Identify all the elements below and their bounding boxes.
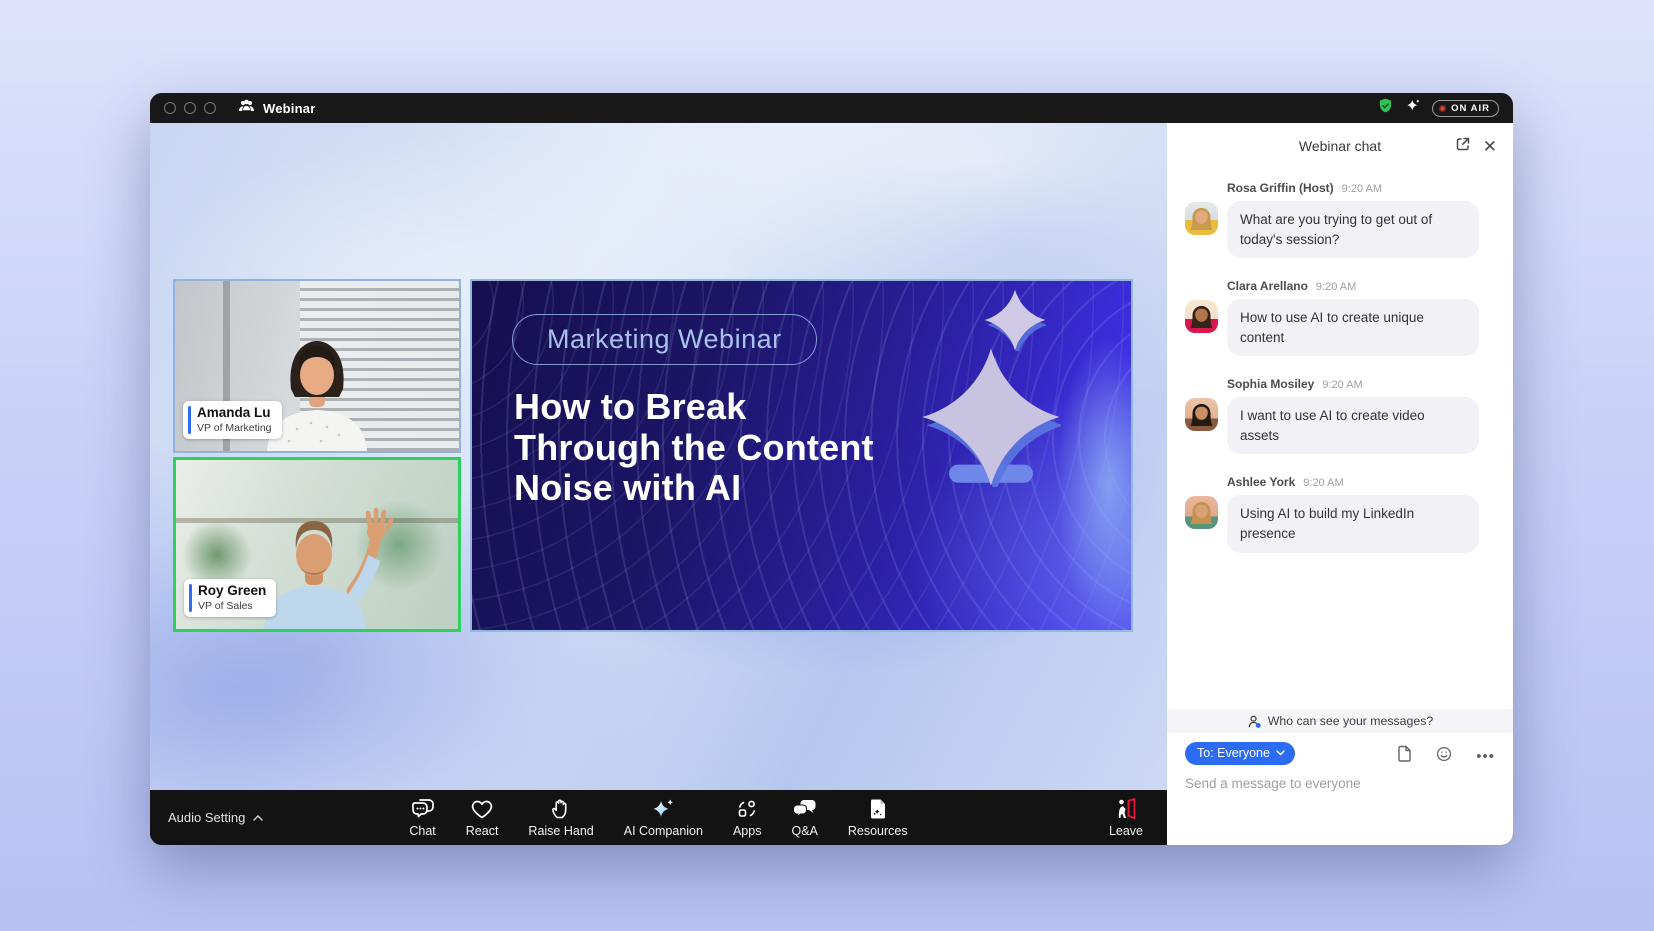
popout-chat-icon[interactable] — [1455, 136, 1471, 157]
message-sender: Clara Arellano — [1227, 279, 1308, 293]
leave-label: Leave — [1109, 824, 1143, 838]
chat-compose-area: To: Everyone ••• Send a message to every… — [1167, 733, 1513, 845]
chat-message: Ashlee York 9:20 AM Using AI to build my… — [1185, 475, 1495, 552]
slide-star-decor — [984, 289, 1046, 351]
message-time: 9:20 AM — [1342, 183, 1382, 195]
toolbar-button-label: React — [466, 824, 499, 838]
ai-sparkle-icon[interactable] — [1404, 97, 1422, 120]
avatar — [1185, 300, 1218, 333]
recipient-label: To: Everyone — [1197, 746, 1270, 760]
nametag-amanda: Amanda Lu VP of Marketing — [183, 401, 282, 439]
who-can-see-icon — [1247, 714, 1262, 729]
meeting-toolbar: Audio Setting Chat — [150, 790, 1167, 845]
chat-panel-title: Webinar chat — [1299, 138, 1381, 154]
window-title: Webinar — [263, 101, 315, 116]
window-content: Amanda Lu VP of Marketing — [150, 123, 1513, 845]
on-air-label: ON AIR — [1451, 103, 1490, 114]
apps-button[interactable]: Apps — [733, 797, 762, 838]
avatar — [1185, 398, 1218, 431]
window-titlebar: Webinar ON AIR — [150, 93, 1513, 123]
on-air-badge: ON AIR — [1432, 100, 1499, 117]
toolbar-button-label: Q&A — [791, 824, 817, 838]
chat-message: Clara Arellano 9:20 AM How to use AI to … — [1185, 279, 1495, 356]
titlebar-status-icons: ON AIR — [1377, 97, 1499, 120]
slide-heading: How to Break Through the Content Noise w… — [514, 387, 874, 509]
chat-message: Rosa Griffin (Host) 9:20 AM What are you… — [1185, 181, 1495, 258]
message-visibility-bar[interactable]: Who can see your messages? — [1167, 709, 1513, 733]
webinar-chat-panel: Webinar chat ✕ — [1167, 123, 1513, 845]
participants-icon — [238, 99, 255, 118]
message-time: 9:20 AM — [1303, 477, 1343, 489]
toolbar-center-group: Chat React Raise Hand — [150, 797, 1167, 838]
minimize-window-button[interactable] — [184, 102, 196, 114]
traffic-lights — [164, 102, 216, 114]
heart-icon — [470, 797, 494, 821]
message-bubble: What are you trying to get out of today'… — [1227, 201, 1479, 258]
recipient-selector[interactable]: To: Everyone — [1185, 742, 1295, 765]
chevron-down-icon — [1276, 750, 1285, 756]
chat-message-list[interactable]: Rosa Griffin (Host) 9:20 AM What are you… — [1167, 169, 1513, 709]
toolbar-button-label: Chat — [409, 824, 435, 838]
chat-message: Sophia Mosiley 9:20 AM I want to use AI … — [1185, 377, 1495, 454]
close-chat-icon[interactable]: ✕ — [1483, 138, 1497, 155]
message-time: 9:20 AM — [1316, 281, 1356, 293]
speaker-title: VP of Sales — [198, 600, 266, 612]
speaker-name: Roy Green — [198, 583, 266, 600]
toolbar-button-label: AI Companion — [624, 824, 703, 838]
attach-file-icon[interactable] — [1397, 745, 1412, 767]
webinar-window: Webinar ON AIR — [150, 93, 1513, 845]
slide-star-decor — [921, 347, 1061, 487]
qa-icon — [792, 797, 818, 821]
react-button[interactable]: React — [466, 797, 499, 838]
toolbar-button-label: Apps — [733, 824, 762, 838]
avatar — [1185, 496, 1218, 529]
leave-button[interactable]: Leave — [1109, 797, 1143, 838]
message-sender: Sophia Mosiley — [1227, 377, 1314, 391]
chat-icon — [410, 797, 436, 821]
ai-companion-icon — [650, 797, 676, 821]
raise-hand-icon — [549, 797, 573, 821]
on-air-dot — [1439, 105, 1446, 112]
nametag-roy: Roy Green VP of Sales — [184, 579, 276, 617]
chat-button[interactable]: Chat — [409, 797, 435, 838]
toolbar-button-label: Raise Hand — [528, 824, 593, 838]
message-bubble: How to use AI to create unique content — [1227, 299, 1479, 356]
leave-icon — [1113, 797, 1139, 821]
shared-slide[interactable]: Marketing Webinar How to Break Through t… — [470, 279, 1133, 632]
raise-hand-button[interactable]: Raise Hand — [528, 797, 593, 838]
speaker-name: Amanda Lu — [197, 405, 272, 422]
webinar-stage: Amanda Lu VP of Marketing — [150, 123, 1167, 845]
desktop-background: Webinar ON AIR — [0, 0, 1654, 931]
chat-header: Webinar chat ✕ — [1167, 123, 1513, 169]
more-options-icon[interactable]: ••• — [1476, 748, 1495, 765]
close-window-button[interactable] — [164, 102, 176, 114]
video-tile-amanda[interactable]: Amanda Lu VP of Marketing — [173, 279, 461, 453]
security-shield-icon[interactable] — [1377, 97, 1394, 120]
zoom-window-button[interactable] — [204, 102, 216, 114]
visibility-note: Who can see your messages? — [1268, 714, 1433, 728]
speaker-title: VP of Marketing — [197, 422, 272, 434]
slide-badge: Marketing Webinar — [512, 314, 817, 365]
message-input[interactable]: Send a message to everyone — [1185, 776, 1495, 791]
apps-icon — [735, 797, 759, 821]
message-sender: Rosa Griffin (Host) — [1227, 181, 1334, 195]
message-bubble: Using AI to build my LinkedIn presence — [1227, 495, 1479, 552]
qa-button[interactable]: Q&A — [791, 797, 817, 838]
emoji-icon[interactable] — [1436, 746, 1452, 767]
message-sender: Ashlee York — [1227, 475, 1295, 489]
resources-icon — [866, 797, 890, 821]
app-identity: Webinar — [238, 99, 315, 118]
message-time: 9:20 AM — [1322, 379, 1362, 391]
toolbar-button-label: Resources — [848, 824, 908, 838]
video-tile-roy[interactable]: Roy Green VP of Sales — [173, 457, 461, 632]
avatar — [1185, 202, 1218, 235]
resources-button[interactable]: Resources — [848, 797, 908, 838]
message-bubble: I want to use AI to create video assets — [1227, 397, 1479, 454]
ai-companion-button[interactable]: AI Companion — [624, 797, 703, 838]
